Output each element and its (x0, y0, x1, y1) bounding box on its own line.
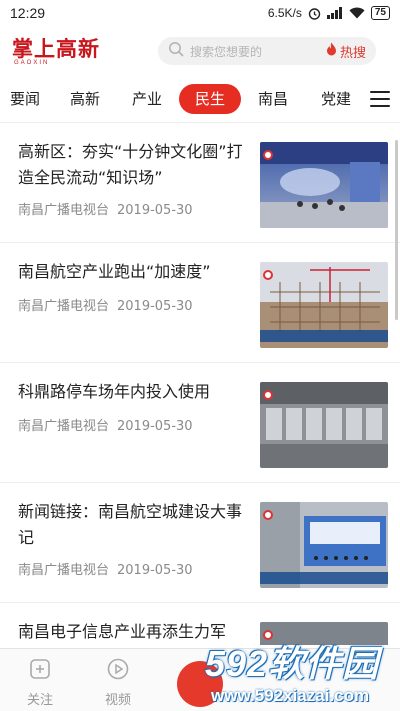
play-icon (106, 657, 130, 685)
news-thumbnail (260, 142, 388, 228)
menu-icon[interactable] (370, 89, 390, 109)
watermark-brand-text: 软件园 (268, 643, 380, 684)
watermark-url: www.592xiazai.com (211, 686, 370, 705)
watermark: 592软件园 www.592xiazai.com (193, 642, 400, 711)
wifi-icon (349, 7, 365, 19)
logo-text: 掌上高新 (12, 35, 100, 61)
news-meta: 南昌广播电视台 2019-05-30 (18, 295, 193, 314)
thumbnail-badge-icon (263, 150, 273, 160)
app-logo[interactable]: 掌上高新 GAOXIN (12, 35, 100, 67)
news-source: 南昌广播电视台 (18, 563, 110, 578)
news-item[interactable]: 南昌航空产业跑出“加速度” 南昌广播电视台 2019-05-30 (0, 243, 400, 363)
status-time: 12:29 (10, 5, 46, 21)
watermark-brand: 592软件园 (205, 644, 379, 684)
news-list: 高新区：夯实“十分钟文化圈”打造全民流动“知识场” 南昌广播电视台 2019-05… (0, 123, 400, 645)
logo-subtext: GAOXIN (14, 59, 50, 66)
news-source: 南昌广播电视台 (18, 299, 110, 314)
app-header: 掌上高新 GAOXIN 搜索您想要的 热搜 (0, 26, 400, 78)
news-title: 高新区：夯实“十分钟文化圈”打造全民流动“知识场” (18, 142, 243, 187)
follow-icon (28, 657, 52, 685)
search-icon (168, 41, 184, 61)
scrollbar[interactable] (395, 140, 398, 320)
battery-icon: 75 (370, 6, 390, 20)
news-meta: 南昌广播电视台 2019-05-30 (18, 559, 193, 578)
news-date: 2019-05-30 (117, 299, 193, 314)
nav-video-label: 视频 (104, 693, 131, 708)
status-indicators: 6.5K/s 75 (268, 6, 390, 20)
channel-tabs: 要闻 高新 产业 民生 南昌 党建 (0, 80, 400, 118)
tab-dangjian[interactable]: 党建 (319, 84, 353, 114)
news-thumbnail (260, 382, 388, 468)
news-item[interactable]: 新闻链接：南昌航空城建设大事记 南昌广播电视台 2019-05-30 (0, 483, 400, 603)
flame-icon (326, 42, 337, 60)
alarm-icon (308, 7, 321, 20)
news-meta: 南昌广播电视台 2019-05-30 (18, 415, 193, 434)
tab-chanye[interactable]: 产业 (130, 84, 164, 114)
news-source: 南昌广播电视台 (18, 419, 110, 434)
news-source: 南昌广播电视台 (18, 203, 110, 218)
news-item[interactable]: 南昌电子信息产业再添生力军 (0, 603, 400, 645)
news-date: 2019-05-30 (117, 203, 193, 218)
news-meta: 南昌广播电视台 2019-05-30 (18, 199, 193, 218)
hot-search-button[interactable]: 热搜 (326, 42, 366, 61)
status-bar: 12:29 6.5K/s 75 (0, 0, 400, 26)
tab-minsheng[interactable]: 民生 (179, 84, 241, 114)
nav-follow[interactable]: 关注 (10, 657, 70, 708)
thumbnail-badge-icon (263, 390, 273, 400)
signal-icon (326, 7, 343, 19)
tab-nanchang[interactable]: 南昌 (256, 84, 290, 114)
news-date: 2019-05-30 (117, 419, 193, 434)
hot-search-label: 热搜 (339, 45, 366, 61)
news-date: 2019-05-30 (117, 563, 193, 578)
network-speed: 6.5K/s (267, 6, 302, 20)
watermark-brand-num: 592 (205, 643, 269, 684)
nav-video[interactable]: 视频 (88, 657, 148, 708)
news-item[interactable]: 科鼎路停车场年内投入使用 南昌广播电视台 2019-05-30 (0, 363, 400, 483)
news-title: 科鼎路停车场年内投入使用 (18, 382, 211, 401)
tab-yaowen[interactable]: 要闻 (0, 84, 40, 114)
thumbnail-badge-icon (263, 630, 273, 640)
thumbnail-badge-icon (263, 510, 273, 520)
news-thumbnail (260, 262, 388, 348)
search-placeholder: 搜索您想要的 (190, 44, 263, 59)
news-title: 南昌航空产业跑出“加速度” (18, 262, 211, 281)
thumbnail-badge-icon (263, 270, 273, 280)
nav-follow-label: 关注 (26, 693, 53, 708)
tab-gaoxin[interactable]: 高新 (68, 84, 102, 114)
news-item[interactable]: 高新区：夯实“十分钟文化圈”打造全民流动“知识场” 南昌广播电视台 2019-05… (0, 123, 400, 243)
search-input[interactable]: 搜索您想要的 热搜 (158, 37, 376, 65)
news-title: 新闻链接：南昌航空城建设大事记 (18, 502, 243, 547)
news-thumbnail (260, 502, 388, 588)
